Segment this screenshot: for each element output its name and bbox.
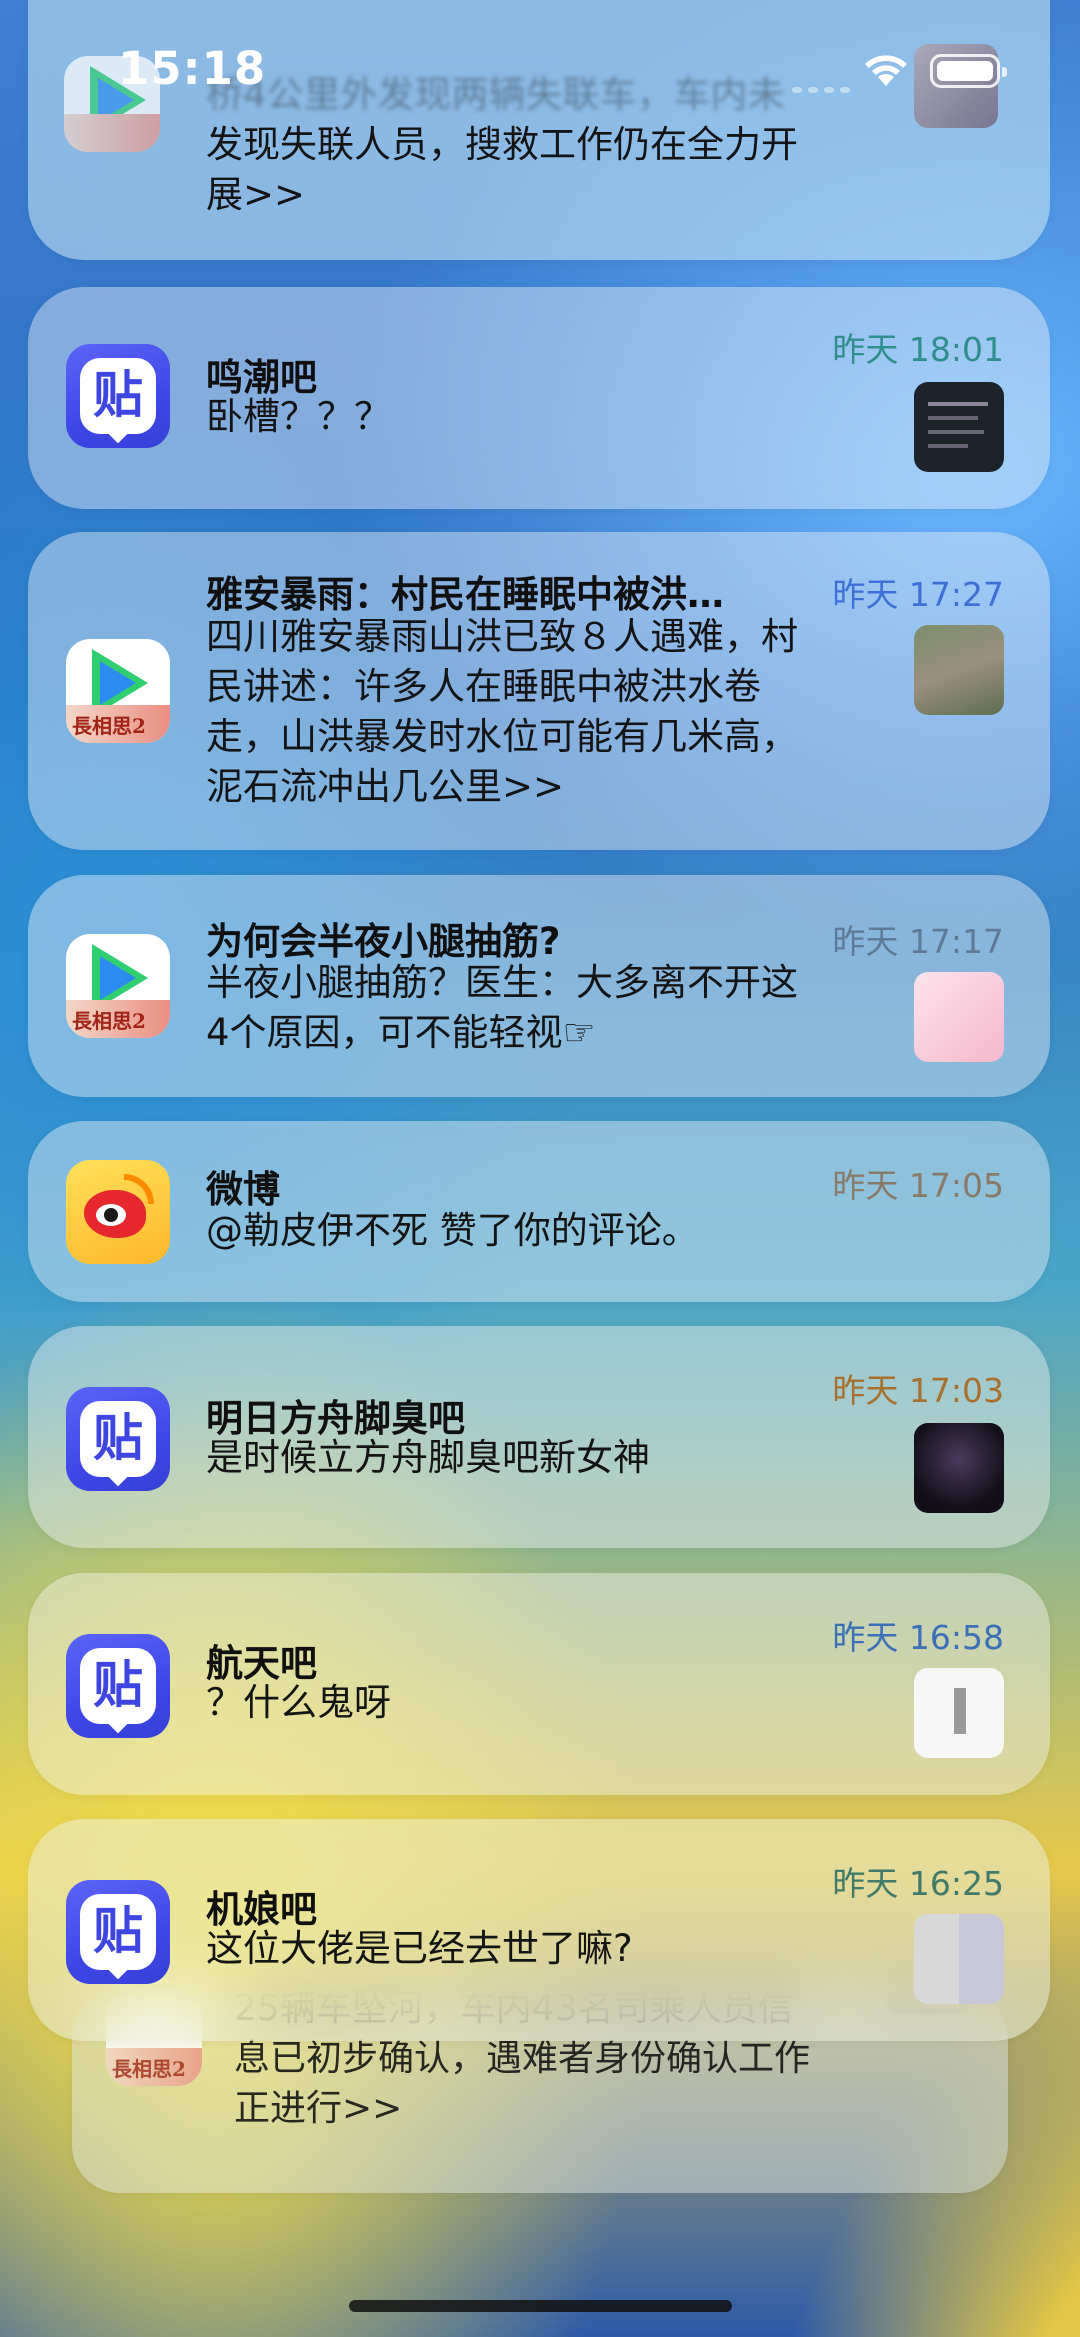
notification-message: 发现失联人员，搜救工作仍在全力开 展>> [206, 123, 798, 216]
notification-thumbnail [914, 972, 1004, 1062]
clock: 15:18 [118, 42, 267, 95]
tencent-video-app-icon: 長相思2 [66, 934, 170, 1038]
notification-thumbnail [914, 382, 1004, 472]
notification-thumbnail [914, 625, 1004, 715]
notification-thumbnail [914, 1914, 1004, 2004]
notification-card-jiniang[interactable]: 贴 机娘吧 这位大佬是已经去世了嘛? 昨天 16:25 [28, 1819, 1050, 2041]
notification-time: 昨天 16:25 [832, 1864, 1004, 1903]
notification-time: 昨天 18:01 [832, 330, 1004, 369]
tieba-app-icon: 贴 [66, 1634, 170, 1738]
wifi-icon [862, 52, 910, 92]
notification-message: 半夜小腿抽筋？医生：大多离不开这 4个原因，可不能轻视☞ [206, 961, 798, 1054]
notification-time: 昨天 16:58 [832, 1618, 1004, 1657]
notification-card-weibo[interactable]: 微博 @勒皮伊不死 赞了你的评论。 昨天 17:05 [28, 1121, 1050, 1302]
notification-title: 为何会半夜小腿抽筋? [206, 920, 561, 963]
notification-time: 昨天 17:17 [832, 922, 1004, 961]
notification-card-leg-cramp[interactable]: 長相思2 为何会半夜小腿抽筋? 半夜小腿抽筋？医生：大多离不开这 4个原因，可不… [28, 875, 1050, 1097]
notification-card-yaan-rainstorm[interactable]: 長相思2 雅安暴雨：村民在睡眠中被洪… 四川雅安暴雨山洪已致８人遇难，村 民讲述… [28, 532, 1050, 850]
tieba-app-icon: 贴 [66, 344, 170, 448]
notification-time: 昨天 17:27 [832, 575, 1004, 614]
notification-time: 昨天 17:03 [832, 1371, 1004, 1410]
notification-message: ？什么鬼呀 [206, 1681, 391, 1724]
notification-title: 微博 [206, 1168, 280, 1211]
notification-message: 这位大佬是已经去世了嘛? [206, 1927, 633, 1970]
notification-thumbnail [914, 1668, 1004, 1758]
tencent-video-app-icon: 長相思2 [66, 639, 170, 743]
status-bar: 15:18 [0, 0, 1080, 130]
notification-message: 是时候立方舟脚臭吧新女神 [206, 1436, 650, 1479]
tieba-app-icon: 贴 [66, 1880, 170, 1984]
notification-message: 四川雅安暴雨山洪已致８人遇难，村 民讲述：许多人在睡眠中被洪水卷 走，山洪暴发时… [206, 615, 798, 808]
tieba-app-icon: 贴 [66, 1387, 170, 1491]
notification-message: @勒皮伊不死 赞了你的评论。 [206, 1209, 699, 1252]
notification-time: 昨天 17:05 [832, 1166, 1004, 1205]
notification-card-mingchao[interactable]: 贴 鸣潮吧 卧槽？？？ 昨天 18:01 [28, 287, 1050, 509]
weibo-app-icon [66, 1160, 170, 1264]
notification-title: 雅安暴雨：村民在睡眠中被洪… [206, 573, 724, 616]
notification-card-arknights[interactable]: 贴 明日方舟脚臭吧 是时候立方舟脚臭吧新女神 昨天 17:03 [28, 1326, 1050, 1548]
home-indicator[interactable] [349, 2300, 732, 2312]
notification-thumbnail [914, 1423, 1004, 1513]
notification-card-aerospace[interactable]: 贴 航天吧 ？什么鬼呀 昨天 16:58 [28, 1573, 1050, 1795]
battery-icon [930, 54, 1007, 88]
notification-message: 卧槽？？？ [206, 395, 391, 438]
